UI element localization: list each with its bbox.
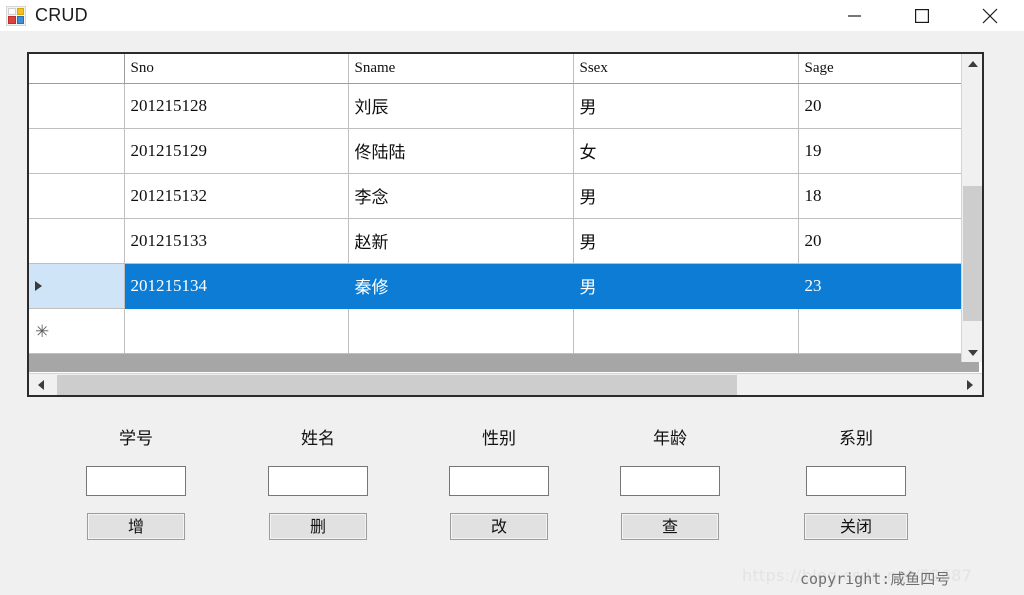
cell-sage[interactable]: 20 — [798, 83, 980, 129]
cell-sage[interactable]: 19 — [798, 128, 980, 174]
query-button[interactable]: 查 — [621, 513, 719, 540]
cell-sname[interactable]: 佟陆陆 — [348, 128, 574, 174]
cell-sname[interactable]: 李念 — [348, 173, 574, 219]
table-row-new[interactable]: ✳ — [29, 308, 980, 354]
label-sdept: 系别 — [839, 429, 873, 449]
delete-button[interactable]: 删 — [269, 513, 367, 540]
label-sno: 学号 — [119, 429, 153, 449]
cell-sno[interactable]: 201215129 — [124, 128, 349, 174]
new-row-asterisk-icon: ✳ — [35, 321, 50, 341]
cell-ssex-new[interactable] — [573, 308, 799, 354]
row-selector-cell-current[interactable] — [29, 263, 125, 309]
label-ssex: 性别 — [482, 429, 516, 449]
window-controls — [820, 0, 1024, 31]
input-sdept[interactable] — [806, 466, 906, 496]
field-group-sno: 学号 增 — [46, 427, 226, 540]
label-sage: 年龄 — [653, 429, 687, 449]
cell-ssex[interactable]: 男 — [573, 83, 799, 129]
column-header-sname[interactable]: Sname — [348, 54, 574, 84]
column-header-ssex[interactable]: Ssex — [573, 54, 799, 84]
column-header-selector[interactable] — [29, 54, 125, 84]
minimize-icon — [847, 10, 861, 22]
scroll-left-button[interactable] — [29, 374, 53, 395]
horizontal-scrollbar[interactable] — [29, 373, 982, 395]
chevron-left-icon — [38, 380, 44, 390]
field-group-sage: 年龄 查 — [580, 427, 760, 540]
row-selector-cell[interactable] — [29, 173, 125, 219]
chevron-right-icon — [967, 380, 973, 390]
cell-sage-new[interactable] — [798, 308, 980, 354]
scroll-right-button[interactable] — [958, 374, 982, 395]
chevron-up-icon — [967, 60, 978, 67]
column-header-sage[interactable]: Sage — [798, 54, 980, 84]
table-header: Sno Sname Ssex Sage — [29, 54, 980, 84]
table-row[interactable]: 201215129 佟陆陆 女 19 — [29, 128, 980, 174]
cell-sno[interactable]: 201215133 — [124, 218, 349, 264]
maximize-button[interactable] — [888, 0, 956, 31]
maximize-icon — [915, 8, 929, 23]
vertical-scrollbar[interactable] — [961, 54, 982, 362]
cell-sage[interactable]: 23 — [798, 263, 980, 309]
modify-button[interactable]: 改 — [450, 513, 548, 540]
current-row-arrow-icon — [35, 280, 42, 291]
row-selector-cell[interactable] — [29, 218, 125, 264]
scroll-up-button[interactable] — [962, 54, 982, 73]
cell-sno[interactable]: 201215132 — [124, 173, 349, 219]
input-ssex[interactable] — [449, 466, 549, 496]
field-group-sdept: 系别 关闭 — [766, 427, 946, 540]
table-row-selected[interactable]: 201215134 秦修 男 23 — [29, 263, 980, 309]
visual-studio-app-icon — [6, 5, 26, 26]
table-body: 201215128 刘辰 男 20 201215129 佟陆陆 女 19 201… — [29, 83, 980, 354]
cell-ssex[interactable]: 男 — [573, 218, 799, 264]
data-grid-view[interactable]: Sno Sname Ssex Sage 201215128 刘辰 男 20 20… — [27, 52, 984, 397]
grid-empty-filler — [29, 353, 979, 372]
cell-sno-new[interactable] — [124, 308, 349, 354]
minimize-button[interactable] — [820, 0, 888, 31]
cell-sno[interactable]: 201215128 — [124, 83, 349, 129]
input-sage[interactable] — [620, 466, 720, 496]
window-title: CRUD — [35, 5, 88, 25]
cell-ssex[interactable]: 男 — [573, 263, 799, 309]
cell-sage[interactable]: 18 — [798, 173, 980, 219]
cell-sage[interactable]: 20 — [798, 218, 980, 264]
scroll-down-button[interactable] — [962, 343, 982, 362]
column-header-sno[interactable]: Sno — [124, 54, 349, 84]
cell-sno[interactable]: 201215134 — [124, 263, 349, 309]
row-selector-cell[interactable] — [29, 128, 125, 174]
cell-ssex[interactable]: 女 — [573, 128, 799, 174]
cell-sname[interactable]: 刘辰 — [348, 83, 574, 129]
label-sname: 姓名 — [301, 429, 335, 449]
chevron-down-icon — [967, 349, 978, 356]
input-sname[interactable] — [268, 466, 368, 496]
close-button[interactable] — [956, 0, 1024, 31]
table-row[interactable]: 201215133 赵新 男 20 — [29, 218, 980, 264]
add-button[interactable]: 增 — [87, 513, 185, 540]
cell-sname[interactable]: 赵新 — [348, 218, 574, 264]
table-row[interactable]: 201215128 刘辰 男 20 — [29, 83, 980, 129]
field-group-ssex: 性别 改 — [409, 427, 589, 540]
input-sno[interactable] — [86, 466, 186, 496]
cell-sname[interactable]: 秦修 — [348, 263, 574, 309]
title-bar: CRUD — [0, 0, 1024, 31]
cell-sname-new[interactable] — [348, 308, 574, 354]
close-form-button[interactable]: 关闭 — [804, 513, 908, 540]
new-row-selector-cell[interactable]: ✳ — [29, 308, 125, 354]
close-icon — [982, 8, 998, 24]
field-group-sname: 姓名 删 — [228, 427, 408, 540]
student-table: Sno Sname Ssex Sage 201215128 刘辰 男 20 20… — [29, 54, 980, 354]
vertical-scrollbar-thumb[interactable] — [963, 186, 982, 321]
row-selector-cell[interactable] — [29, 83, 125, 129]
table-header-row: Sno Sname Ssex Sage — [29, 54, 980, 84]
crud-application-window: CRUD Sno Sname Ssex Sage 201215128 刘辰 男 … — [0, 0, 1024, 595]
table-row[interactable]: 201215132 李念 男 18 — [29, 173, 980, 219]
title-bar-left: CRUD — [0, 5, 88, 26]
data-grid-inner: Sno Sname Ssex Sage 201215128 刘辰 男 20 20… — [29, 54, 982, 395]
watermark-copyright: copyright:咸鱼四号 — [800, 570, 951, 588]
cell-ssex[interactable]: 男 — [573, 173, 799, 219]
horizontal-scrollbar-thumb[interactable] — [57, 375, 737, 395]
